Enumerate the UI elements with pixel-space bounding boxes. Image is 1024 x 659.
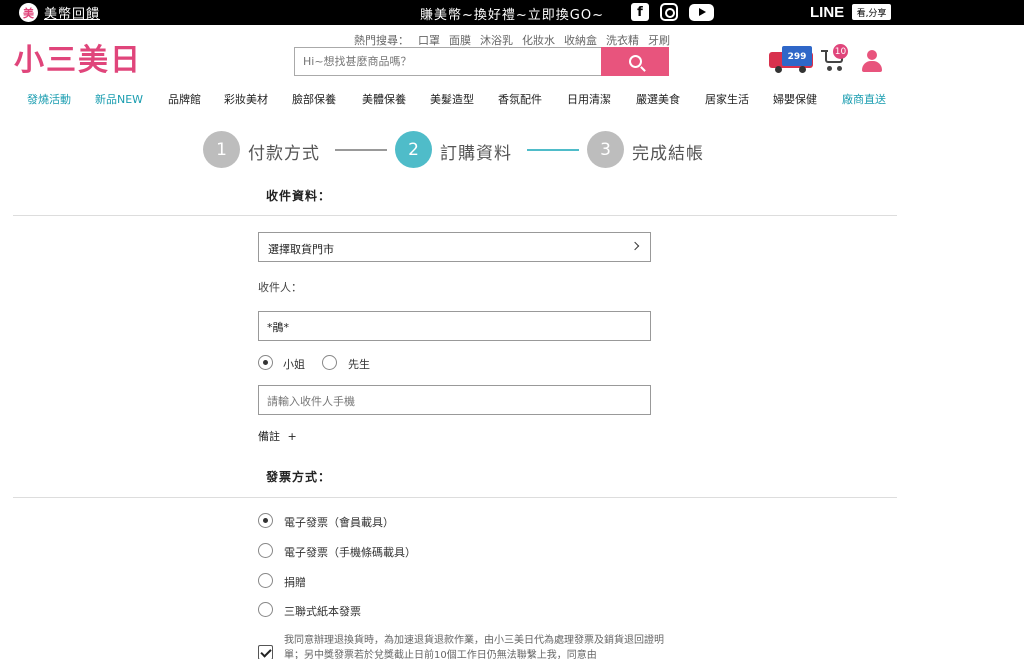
line-icon[interactable]: LINE (810, 4, 844, 21)
search-box (294, 47, 669, 76)
hot-search-title: 熱門搜尋： (354, 34, 409, 47)
step-connector (335, 149, 387, 151)
truck-wheel (775, 66, 782, 73)
search-icon (628, 55, 642, 68)
recipient-name-field[interactable]: *鵑* (258, 311, 651, 341)
user-account-icon[interactable] (862, 50, 882, 72)
chevron-right-icon (630, 241, 640, 251)
free-shipping-truck-icon[interactable]: 299 (769, 44, 815, 74)
nav-item[interactable]: 美體保養 (362, 91, 406, 107)
shipping-section-title: 收件資料： (266, 189, 332, 203)
cart-wheel (837, 66, 842, 71)
hot-term[interactable]: 面膜 (449, 32, 471, 48)
nav-item[interactable]: 新品NEW (95, 91, 143, 107)
hot-term[interactable]: 口罩 (418, 32, 440, 48)
hot-search: 熱門搜尋： 口罩 面膜 沐浴乳 化妝水 收納盒 洗衣精 牙刷 (354, 32, 670, 48)
divider (13, 215, 897, 216)
step-1-circle: 1 (203, 131, 240, 168)
nav-item[interactable]: 發燒活動 (27, 91, 71, 107)
category-nav: 發燒活動 新品NEW 品牌館 彩妝美材 臉部保養 美體保養 美髮造型 香氛配件 … (0, 91, 910, 107)
invoice-option-label: 電子發票（手機條碼載具） (284, 546, 416, 559)
nav-item[interactable]: 日用清潔 (567, 91, 611, 107)
step-connector (527, 149, 579, 151)
step-3-circle: 3 (587, 131, 624, 168)
social-links: f (631, 3, 714, 21)
gender-miss-radio[interactable] (258, 355, 273, 370)
step-3-label: 完成結帳 (632, 144, 704, 164)
hot-term[interactable]: 收納盒 (564, 32, 597, 48)
facebook-icon[interactable]: f (631, 3, 649, 21)
note-toggle[interactable]: 備註 + (258, 428, 297, 444)
gender-miss-label: 小姐 (283, 358, 305, 371)
hot-term[interactable]: 洗衣精 (606, 32, 639, 48)
free-shipping-threshold: 299 (782, 46, 812, 66)
invoice-mobile-barcode-radio[interactable] (258, 543, 273, 558)
agree-checkbox[interactable] (258, 645, 273, 659)
nav-item[interactable]: 廠商直送 (842, 91, 886, 107)
invoice-triplicate-radio[interactable] (258, 602, 273, 617)
cart-count-badge: 10 (833, 44, 848, 59)
hot-term[interactable]: 沐浴乳 (480, 32, 513, 48)
invoice-option-label: 捐贈 (284, 576, 306, 589)
store-select-button[interactable]: 選擇取貨門市 (258, 232, 651, 262)
youtube-icon[interactable] (689, 3, 714, 21)
user-head (867, 50, 877, 60)
top-bar: 美 美幣回饋 賺美幣~換好禮~立即換GO~ f LINE 看,分享 (0, 0, 1024, 25)
plus-icon: + (287, 430, 297, 443)
step-2-label: 訂購資料 (440, 144, 512, 164)
nav-item[interactable]: 彩妝美材 (224, 91, 268, 107)
rewards-link-group[interactable]: 美 美幣回饋 (19, 3, 100, 22)
cart-wheel (827, 66, 832, 71)
instagram-icon[interactable] (660, 3, 678, 21)
recipient-phone-field[interactable]: 請輸入收件人手機 (258, 385, 651, 415)
gender-mr-radio[interactable] (322, 355, 337, 370)
search-input[interactable] (295, 48, 600, 75)
invoice-option-label: 三聯式紙本發票 (284, 605, 361, 618)
truck-wheel (799, 66, 806, 73)
nav-item[interactable]: 臉部保養 (292, 91, 336, 107)
hot-term[interactable]: 牙刷 (648, 32, 670, 48)
step-2-circle: 2 (395, 131, 432, 168)
invoice-donate-radio[interactable] (258, 573, 273, 588)
share-button[interactable]: 看,分享 (852, 4, 891, 20)
invoice-option-label: 電子發票（會員載具） (284, 516, 394, 529)
invoice-section-title: 發票方式： (266, 470, 332, 484)
nav-item[interactable]: 香氛配件 (498, 91, 542, 107)
rewards-link[interactable]: 美幣回饋 (44, 3, 100, 22)
user-torso (862, 61, 882, 72)
gender-mr-label: 先生 (348, 358, 370, 371)
step-1-label: 付款方式 (248, 144, 320, 164)
store-select-label: 選擇取貨門市 (268, 243, 334, 256)
note-label: 備註 (258, 430, 280, 443)
search-button[interactable] (601, 47, 669, 76)
nav-item[interactable]: 婦嬰保健 (773, 91, 817, 107)
hot-term[interactable]: 化妝水 (522, 32, 555, 48)
recipient-label: 收件人： (258, 281, 302, 294)
site-logo[interactable]: 小三美日 (14, 35, 142, 79)
nav-item[interactable]: 居家生活 (705, 91, 749, 107)
nav-item[interactable]: 嚴選美食 (636, 91, 680, 107)
nav-item[interactable]: 美髮造型 (430, 91, 474, 107)
rewards-coin-icon: 美 (19, 3, 38, 22)
invoice-member-carrier-radio[interactable] (258, 513, 273, 528)
agree-text: 我同意辦理退換貨時，為加速退貨退款作業，由小三美日代為處理發票及銷貨退回證明單；… (284, 635, 664, 659)
divider (13, 497, 897, 498)
nav-item[interactable]: 品牌館 (168, 91, 201, 107)
